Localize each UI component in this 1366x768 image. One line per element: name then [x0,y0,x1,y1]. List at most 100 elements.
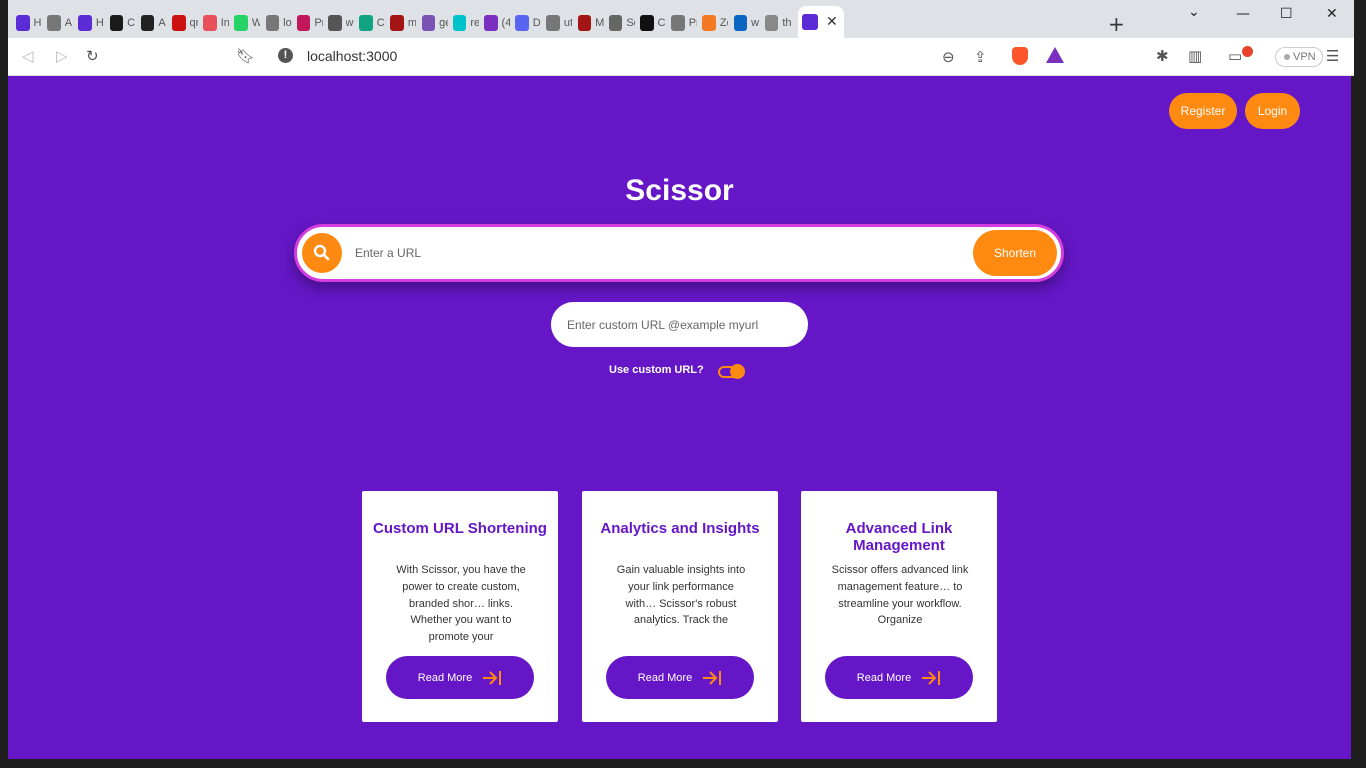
tab-title: C [127,17,136,29]
tab-favicon-icon [452,15,467,31]
custom-url-input[interactable] [551,302,808,347]
browser-tab[interactable]: M [577,10,604,36]
address-url[interactable]: localhost:3000 [307,48,397,64]
tab-title: In [220,17,230,29]
browser-tab[interactable]: H [16,10,42,36]
read-more-label: Read More [417,671,473,684]
tab-favicon-icon [203,15,217,31]
browser-tab[interactable]: Pr [296,10,323,36]
sidebar-icon[interactable]: ▥ [1188,47,1202,65]
browser-tab[interactable]: ut [546,10,572,36]
browser-tab[interactable]: Pr [671,10,697,36]
wallet-icon[interactable]: ▭ [1228,47,1242,65]
tab-favicon-icon [515,15,529,31]
right-edge [1354,38,1366,759]
close-window-button[interactable]: ✕ [1326,6,1338,22]
tab-favicon-icon [234,15,248,31]
tab-favicon-icon [671,15,685,31]
browser-tab[interactable]: Ze [702,10,728,36]
brave-rewards-icon[interactable] [1046,47,1064,63]
vpn-button[interactable]: VPN [1275,47,1323,67]
browser-tab[interactable]: A [47,10,73,36]
browser-tab[interactable]: (4 [484,10,510,36]
address-bar[interactable]: ! localhost:3000 ⊖ ⇪ [266,43,1080,71]
read-more-button[interactable]: Read More [386,656,534,699]
tab-favicon-icon [109,15,124,31]
card-text: With Scissor, you have the power to crea… [396,564,526,644]
card-title: Advanced Link Management [845,520,953,554]
browser-tab[interactable]: In [203,10,229,36]
share-icon[interactable]: ⇪ [974,48,987,66]
tab-title: A [158,17,166,29]
browser-tab[interactable]: w [328,10,354,36]
tab-favicon-icon [608,15,623,31]
browser-tab[interactable]: ge [421,10,448,36]
menu-icon[interactable]: ☰ [1326,47,1339,65]
zoom-icon[interactable]: ⊖ [942,48,955,66]
minimize-button[interactable]: — [1236,6,1250,22]
read-more-button[interactable]: Read More [606,656,754,699]
tab-title: m [407,17,417,29]
back-icon[interactable]: ◁ [22,47,34,65]
browser-tab[interactable]: C [640,10,666,36]
page-viewport: Register Login Scissor Shorten Use custo… [8,76,1351,759]
browser-tab[interactable]: Se [608,10,635,36]
search-button[interactable] [302,233,342,273]
url-input[interactable] [355,239,955,267]
bookmark-icon[interactable]: 🔖︎ [236,47,255,65]
tab-title: qr [189,17,198,29]
browser-tab[interactable]: m [390,10,416,36]
browser-tab[interactable]: th [764,10,791,36]
tab-favicon-icon [702,15,716,31]
tab-favicon-icon [421,15,436,31]
browser-tab[interactable]: w [733,10,760,36]
read-more-button[interactable]: Read More [825,656,973,699]
browser-tab[interactable]: H [78,10,104,36]
forward-icon[interactable]: ▷ [56,47,68,65]
browser-tab[interactable]: A [140,10,167,36]
custom-url-toggle[interactable] [718,364,745,379]
tab-favicon-icon [47,15,61,31]
extensions-icon[interactable]: ✱ [1156,47,1169,65]
tab-favicon-icon [640,15,654,31]
browser-tab[interactable]: C [109,10,136,36]
browser-tab[interactable]: re [452,10,479,36]
browser-tab[interactable]: lo [265,10,292,36]
vpn-label: VPN [1293,51,1316,63]
browser-tab[interactable]: qr [172,10,198,36]
read-more-label: Read More [637,671,693,684]
tab-title: Ze [719,17,728,29]
left-edge [0,0,8,768]
minimize-icon[interactable]: ⌄ [1188,4,1200,20]
new-tab-button[interactable]: + [1108,12,1125,36]
card-title: Analytics and Insights [600,520,760,537]
tab-title: (4 [501,17,510,29]
tab-favicon-icon [484,15,498,31]
tab-title: W [251,17,261,29]
register-button[interactable]: Register [1169,93,1237,129]
maximize-button[interactable]: ☐ [1280,6,1293,22]
tab-favicon-icon [172,15,186,31]
tab-title: w [751,17,760,29]
browser-toolbar: ◁ ▷ ↻ 🔖︎ ! localhost:3000 ⊖ ⇪ ✱ ▥ ▭ VPN … [8,38,1354,76]
close-tab-icon[interactable]: ✕ [826,14,838,30]
reload-icon[interactable]: ↻ [86,47,99,65]
shorten-button[interactable]: Shorten [973,230,1057,276]
tab-title: H [95,17,104,29]
tab-favicon-icon [265,15,280,31]
active-browser-tab[interactable]: ✕ [798,6,844,38]
brave-shield-icon[interactable] [1012,47,1028,65]
site-info-icon[interactable]: ! [278,48,293,63]
tab-favicon-icon [328,15,342,31]
login-button[interactable]: Login [1245,93,1300,129]
browser-tab[interactable]: D [515,10,541,36]
tab-title: lo [283,17,292,29]
tab-favicon-icon [546,15,560,31]
card-title: Custom URL Shortening [373,520,547,537]
tab-favicon-icon [577,15,592,31]
browser-tab[interactable]: C [359,10,385,36]
tab-title: A [64,17,73,29]
tab-title: H [33,17,42,29]
browser-tab[interactable]: W [234,10,260,36]
tab-favicon-icon [16,15,30,31]
